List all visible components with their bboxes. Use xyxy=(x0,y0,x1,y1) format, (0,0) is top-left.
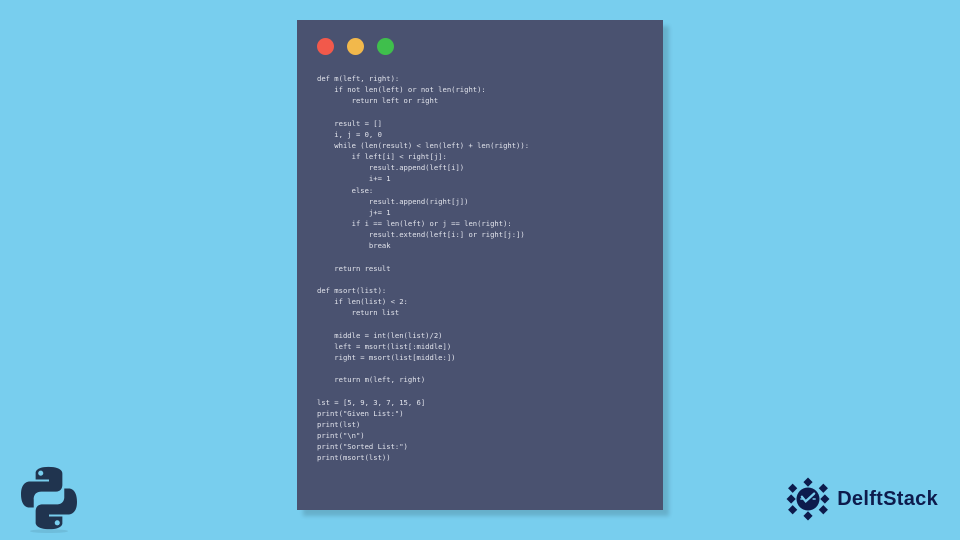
maximize-light xyxy=(377,38,394,55)
python-logo-icon xyxy=(14,462,84,534)
code-block: def m(left, right): if not len(left) or … xyxy=(317,73,643,463)
delftstack-brand-text: DelftStack xyxy=(837,488,938,511)
delftstack-badge-icon xyxy=(785,476,831,522)
delftstack-logo: DelftStack xyxy=(785,476,938,522)
traffic-lights xyxy=(317,38,643,55)
code-window: def m(left, right): if not len(left) or … xyxy=(297,20,663,510)
minimize-light xyxy=(347,38,364,55)
close-light xyxy=(317,38,334,55)
